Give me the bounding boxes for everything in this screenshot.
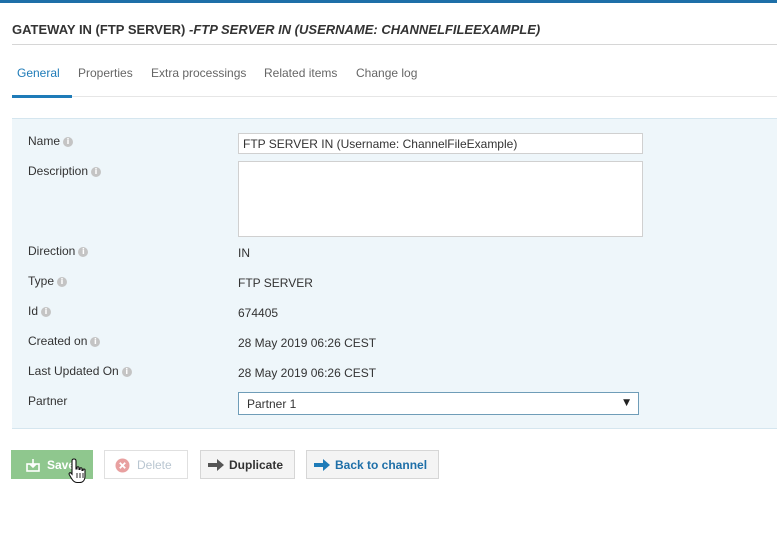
- last-updated-label: Last Updated On i: [28, 364, 132, 378]
- tab-bar: General Properties Extra processings Rel…: [12, 64, 777, 98]
- partner-select[interactable]: Partner 1 ▼: [238, 392, 639, 415]
- delete-button[interactable]: Delete: [104, 450, 188, 479]
- duplicate-button[interactable]: Duplicate: [200, 450, 295, 479]
- partner-select-value: Partner 1: [247, 397, 297, 411]
- back-to-channel-label: Back to channel: [335, 458, 428, 472]
- arrow-right-icon: [314, 459, 330, 471]
- last-updated-value: 28 May 2019 06:26 CEST: [238, 366, 377, 380]
- page-title: GATEWAY IN (FTP SERVER) -FTP SERVER IN (…: [12, 22, 777, 37]
- info-icon[interactable]: i: [90, 337, 101, 347]
- delete-circle-x-icon: [115, 458, 130, 473]
- created-on-label-text: Created on: [28, 334, 88, 348]
- tab-general[interactable]: General: [12, 64, 72, 98]
- name-input[interactable]: [238, 133, 643, 154]
- duplicate-label: Duplicate: [229, 458, 284, 472]
- back-to-channel-button[interactable]: Back to channel: [306, 450, 439, 479]
- name-label-text: Name: [28, 134, 61, 148]
- id-label: Id i: [28, 304, 52, 318]
- tab-properties[interactable]: Properties: [78, 64, 133, 97]
- delete-label: Delete: [137, 458, 172, 472]
- save-icon: [26, 459, 40, 472]
- tab-related-items[interactable]: Related items: [264, 64, 337, 97]
- arrow-right-icon: [208, 459, 224, 471]
- info-icon[interactable]: i: [121, 367, 132, 377]
- last-updated-label-text: Last Updated On: [28, 364, 119, 378]
- id-value: 674405: [238, 306, 279, 320]
- description-textarea[interactable]: [238, 161, 643, 237]
- name-label: Name i: [28, 134, 74, 148]
- tab-change-log[interactable]: Change log: [356, 64, 417, 97]
- id-label-text: Id: [28, 304, 39, 318]
- direction-value: IN: [238, 246, 250, 260]
- page-title-sub: -FTP SERVER IN (USERNAME: CHANNELFILEEXA…: [185, 22, 541, 37]
- general-form-panel: Namei Descriptioni Directioni IN Typei F…: [12, 118, 777, 429]
- top-accent-line: [0, 0, 777, 3]
- created-on-value: 28 May 2019 06:26 CEST: [238, 336, 377, 350]
- info-icon[interactable]: i: [91, 167, 102, 177]
- type-label-text: Type: [28, 274, 55, 288]
- direction-label-text: Direction: [28, 244, 76, 258]
- page-header: GATEWAY IN (FTP SERVER) -FTP SERVER IN (…: [12, 22, 777, 45]
- hand-pointer-icon: [68, 458, 86, 484]
- page-title-main: GATEWAY IN (FTP SERVER): [12, 22, 186, 37]
- description-label-text: Description: [28, 164, 89, 178]
- info-icon[interactable]: i: [57, 277, 68, 287]
- created-on-label: Created on i: [28, 334, 101, 348]
- type-value: FTP SERVER: [238, 276, 313, 290]
- partner-label: Partner: [28, 394, 68, 408]
- type-label: Type i: [28, 274, 68, 288]
- chevron-down-icon[interactable]: ▼: [623, 398, 630, 408]
- direction-label: Direction i: [28, 244, 89, 258]
- info-icon[interactable]: i: [63, 137, 74, 147]
- description-label: Description i: [28, 164, 102, 178]
- tab-extra-processings[interactable]: Extra processings: [151, 64, 246, 97]
- info-icon[interactable]: i: [41, 307, 52, 317]
- info-icon[interactable]: i: [78, 247, 89, 257]
